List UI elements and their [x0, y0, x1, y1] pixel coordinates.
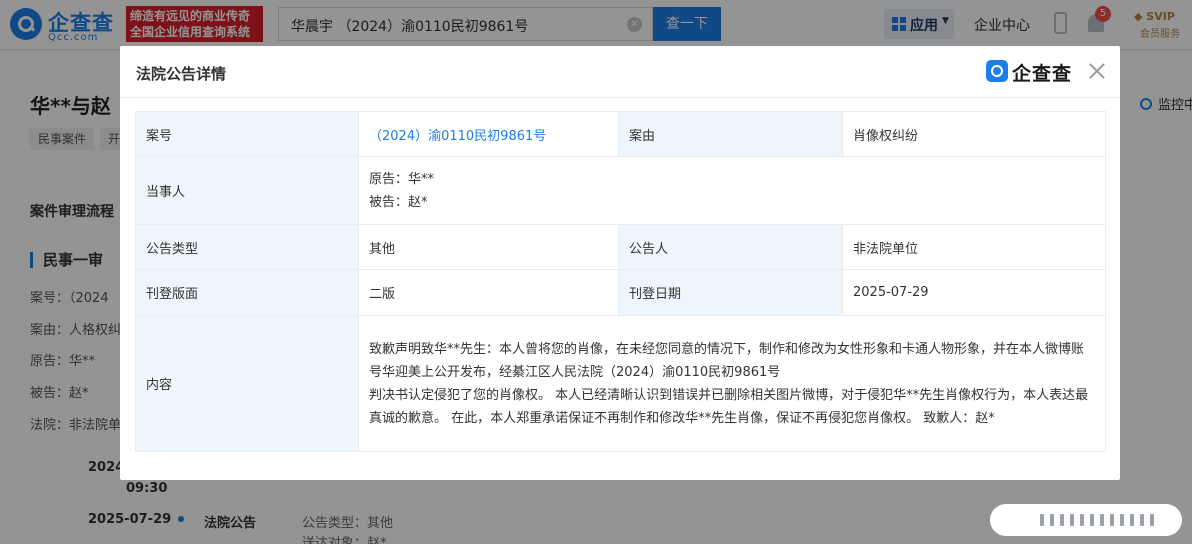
notice-type-value: 其他	[358, 224, 619, 270]
parties-label: 当事人	[135, 156, 359, 225]
table-row: 当事人 原告：华** 被告：赵*	[135, 156, 1106, 225]
modal-title: 法院公告详情	[136, 65, 227, 83]
publish-date-value: 2025-07-29	[842, 269, 1106, 316]
table-row: 公告类型 其他 公告人 非法院单位	[135, 224, 1106, 270]
court-notice-modal: 法院公告详情 企查查 案号 （2024）渝0110民初9861号 案由 肖像权纠…	[120, 46, 1120, 480]
case-cause-label: 案由	[618, 111, 843, 157]
case-number-link[interactable]: （2024）渝0110民初9861号	[358, 111, 619, 157]
plaintiff-value: 原告：华**	[369, 171, 435, 187]
content-label: 内容	[135, 315, 359, 452]
notice-type-label: 公告类型	[135, 224, 359, 270]
close-icon[interactable]	[1088, 62, 1106, 80]
modal-logo: 企查查	[984, 58, 1082, 86]
publish-date-label: 刊登日期	[618, 269, 843, 316]
parties-value: 原告：华** 被告：赵*	[358, 156, 1106, 225]
content-paragraph: 致歉声明致华**先生：本人曾将您的肖像，在未经您同意的情况下，制作和修改为女性形…	[369, 341, 1085, 380]
edition-value: 二版	[358, 269, 619, 316]
modal-logo-name: 企查查	[1012, 63, 1073, 85]
defendant-value: 被告：赵*	[369, 194, 428, 210]
table-row: 刊登版面 二版 刊登日期 2025-07-29	[135, 269, 1106, 316]
case-number-label: 案号	[135, 111, 359, 157]
case-cause-value: 肖像权纠纷	[842, 111, 1106, 157]
announcer-value: 非法院单位	[842, 224, 1106, 270]
announcer-label: 公告人	[618, 224, 843, 270]
logo-magnifier-icon	[986, 60, 1008, 82]
page-toggle-pill[interactable]	[990, 504, 1182, 536]
modal-header: 法院公告详情 企查查	[120, 46, 1120, 98]
notice-detail-table: 案号 （2024）渝0110民初9861号 案由 肖像权纠纷 当事人 原告：华*…	[135, 111, 1106, 452]
table-row: 内容 致歉声明致华**先生：本人曾将您的肖像，在未经您同意的情况下，制作和修改为…	[135, 315, 1106, 452]
edition-label: 刊登版面	[135, 269, 359, 316]
content-value: 致歉声明致华**先生：本人曾将您的肖像，在未经您同意的情况下，制作和修改为女性形…	[358, 315, 1106, 452]
content-paragraph: 判决书认定侵犯了您的肖像权。 本人已经清晰认识到错误并已删除相关图片微博，对于侵…	[369, 387, 1089, 426]
table-row: 案号 （2024）渝0110民初9861号 案由 肖像权纠纷	[135, 111, 1106, 157]
